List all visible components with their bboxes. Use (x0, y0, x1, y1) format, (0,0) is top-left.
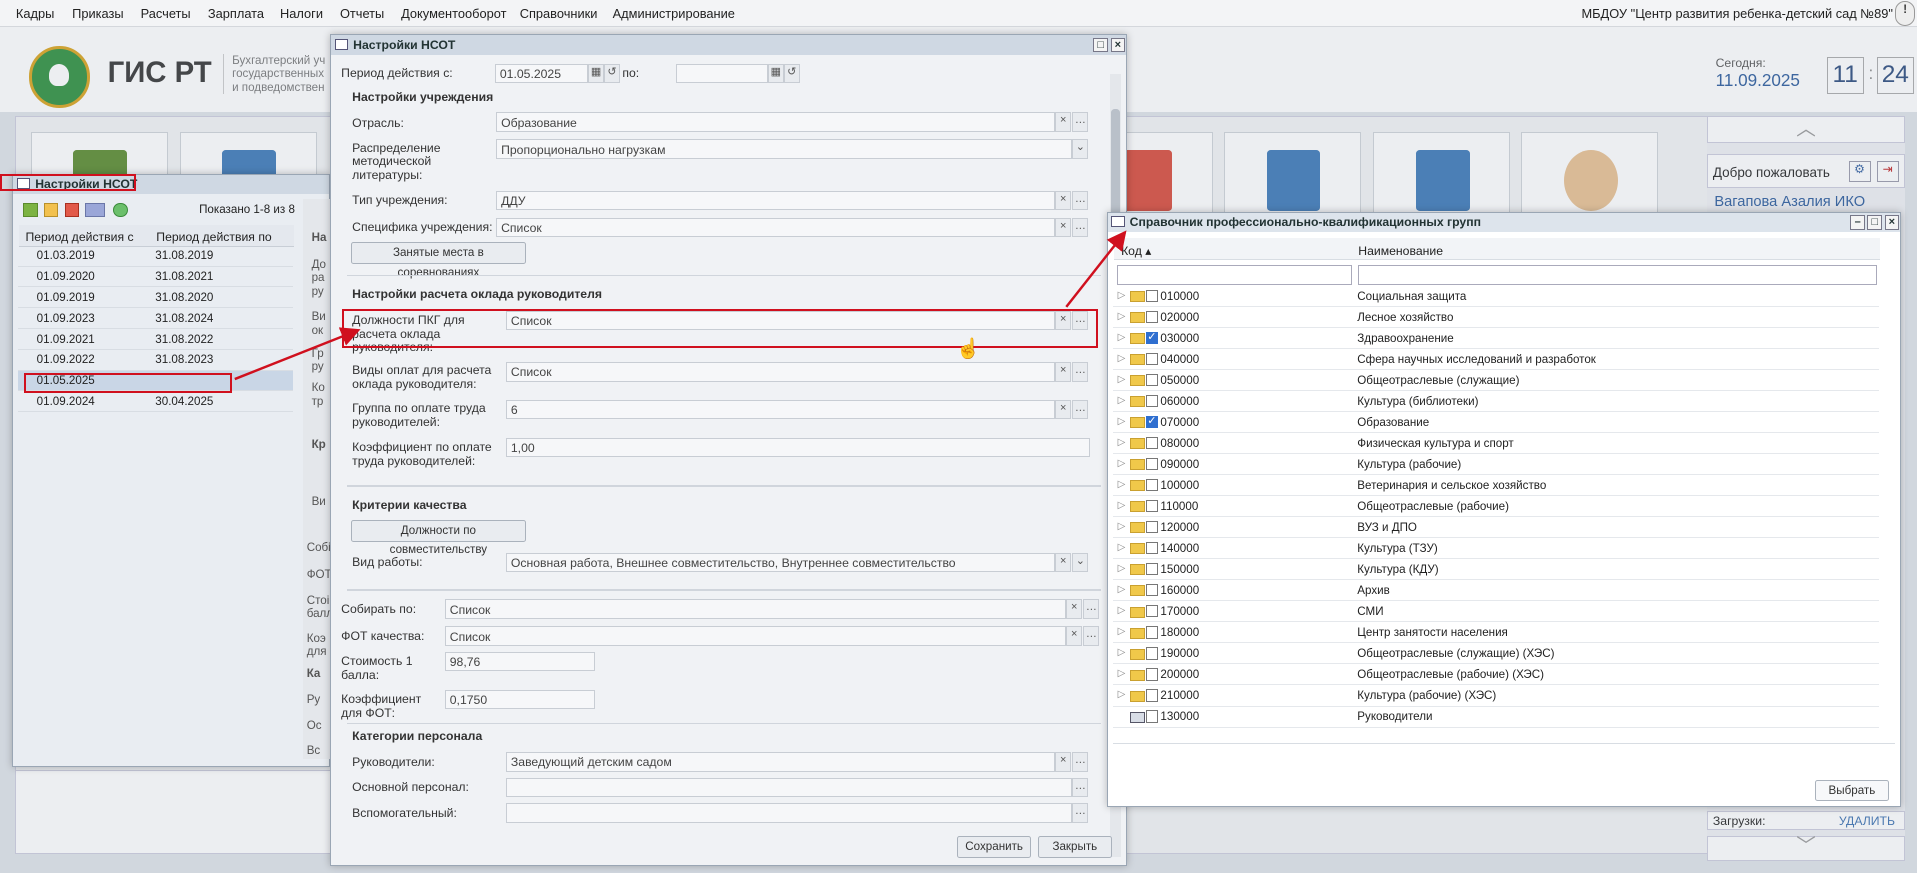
arrow-1 (234, 327, 361, 381)
arrow-2 (1065, 230, 1127, 308)
annotation-arrows (234, 230, 1127, 381)
hand-cursor-icon: ☝ (956, 338, 981, 361)
